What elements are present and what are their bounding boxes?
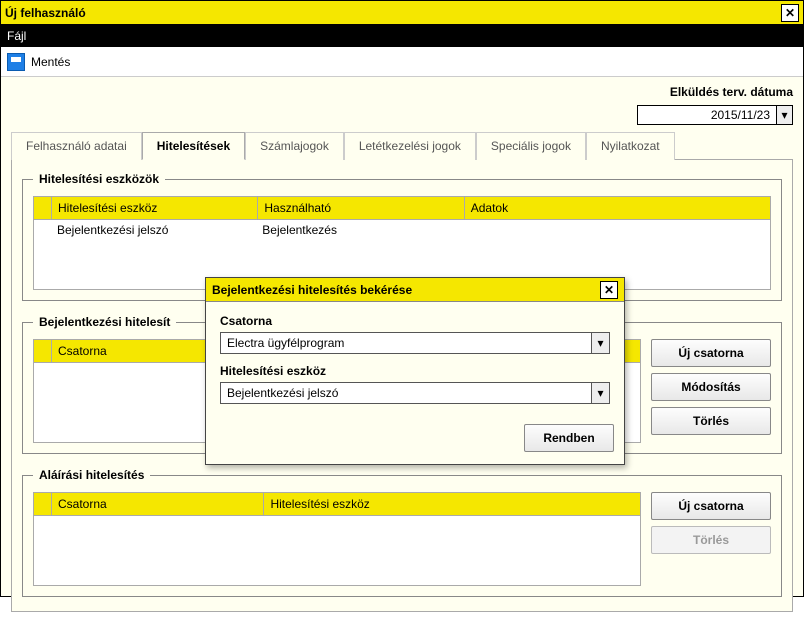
dialog-titlebar: Bejelentkezési hitelesítés bekérése ✕ xyxy=(206,278,624,302)
chevron-down-icon: ▾ xyxy=(597,386,603,400)
auth-tools-col-selector xyxy=(34,197,52,220)
auth-tools-row0-usable: Bejelentkezés xyxy=(261,222,464,238)
save-label: Mentés xyxy=(31,55,70,69)
dialog-tool-input[interactable] xyxy=(220,382,592,404)
sign-auth-section: Aláírási hitelesítés Csatorna Hitelesíté… xyxy=(22,468,782,597)
tab-custody-rights[interactable]: Letétkezelési jogok xyxy=(344,132,476,160)
chevron-down-icon: ▾ xyxy=(781,108,787,122)
auth-tools-table: Hitelesítési eszköz Használható Adatok xyxy=(33,196,771,220)
login-auth-legend: Bejelentkezési hitelesít xyxy=(33,315,176,329)
main-window: Új felhasználó ✕ Fájl Mentés Elküldés te… xyxy=(0,0,804,597)
sign-auth-table: Csatorna Hitelesítési eszköz xyxy=(33,492,641,516)
sign-delete-button: Törlés xyxy=(651,526,771,554)
auth-tools-legend: Hitelesítési eszközök xyxy=(33,172,165,186)
content-area: Elküldés terv. dátuma ▾ Felhasználó adat… xyxy=(1,77,803,622)
dialog-ok-button[interactable]: Rendben xyxy=(524,424,614,452)
save-icon xyxy=(7,53,25,71)
sign-auth-col-selector xyxy=(34,493,52,516)
planned-send-date-input[interactable] xyxy=(637,105,777,125)
login-auth-col-selector xyxy=(34,340,52,363)
tab-special-rights[interactable]: Speciális jogok xyxy=(476,132,586,160)
menu-file[interactable]: Fájl xyxy=(7,29,26,43)
tab-account-rights[interactable]: Számlajogok xyxy=(245,132,344,160)
planned-send-date-label: Elküldés terv. dátuma xyxy=(670,85,793,99)
menubar: Fájl xyxy=(1,25,803,47)
sign-auth-col-tool[interactable]: Hitelesítési eszköz xyxy=(264,493,641,516)
auth-tools-col-data[interactable]: Adatok xyxy=(464,197,770,220)
login-delete-button[interactable]: Törlés xyxy=(651,407,771,435)
login-auth-request-dialog: Bejelentkezési hitelesítés bekérése ✕ Cs… xyxy=(205,277,625,465)
login-modify-button[interactable]: Módosítás xyxy=(651,373,771,401)
login-new-channel-button[interactable]: Új csatorna xyxy=(651,339,771,367)
dialog-close-button[interactable]: ✕ xyxy=(600,281,618,299)
dialog-body: Csatorna ▾ Hitelesítési eszköz ▾ xyxy=(206,302,624,424)
save-button[interactable]: Mentés xyxy=(7,53,70,71)
tab-declaration[interactable]: Nyilatkozat xyxy=(586,132,675,160)
close-icon: ✕ xyxy=(785,6,795,20)
sign-auth-col-channel[interactable]: Csatorna xyxy=(52,493,264,516)
sign-auth-grid-body[interactable] xyxy=(33,516,641,586)
dialog-channel-input[interactable] xyxy=(220,332,592,354)
titlebar: Új felhasználó ✕ xyxy=(1,1,803,25)
dialog-channel-label: Csatorna xyxy=(220,314,610,328)
auth-tools-col-usable[interactable]: Használható xyxy=(258,197,464,220)
toolbar: Mentés xyxy=(1,47,803,77)
table-row[interactable]: Bejelentkezési jelszó Bejelentkezés xyxy=(36,222,768,238)
dialog-title: Bejelentkezési hitelesítés bekérése xyxy=(212,283,412,297)
window-close-button[interactable]: ✕ xyxy=(781,4,799,22)
tabs: Felhasználó adatai Hitelesítések Számlaj… xyxy=(11,131,793,160)
auth-tools-col-tool[interactable]: Hitelesítési eszköz xyxy=(52,197,258,220)
dialog-tool-label: Hitelesítési eszköz xyxy=(220,364,610,378)
planned-send-date-row: Elküldés terv. dátuma ▾ xyxy=(11,85,793,125)
tab-user-data[interactable]: Felhasználó adatai xyxy=(11,132,142,160)
close-icon: ✕ xyxy=(604,283,614,297)
tab-authentications[interactable]: Hitelesítések xyxy=(142,132,245,160)
dialog-channel-dropdown[interactable]: ▾ xyxy=(592,332,610,354)
sign-new-channel-button[interactable]: Új csatorna xyxy=(651,492,771,520)
chevron-down-icon: ▾ xyxy=(597,336,603,350)
planned-send-date-dropdown[interactable]: ▾ xyxy=(777,105,793,125)
auth-tools-row0-tool: Bejelentkezési jelszó xyxy=(56,222,259,238)
dialog-tool-dropdown[interactable]: ▾ xyxy=(592,382,610,404)
sign-auth-legend: Aláírási hitelesítés xyxy=(33,468,150,482)
window-title: Új felhasználó xyxy=(5,6,86,20)
